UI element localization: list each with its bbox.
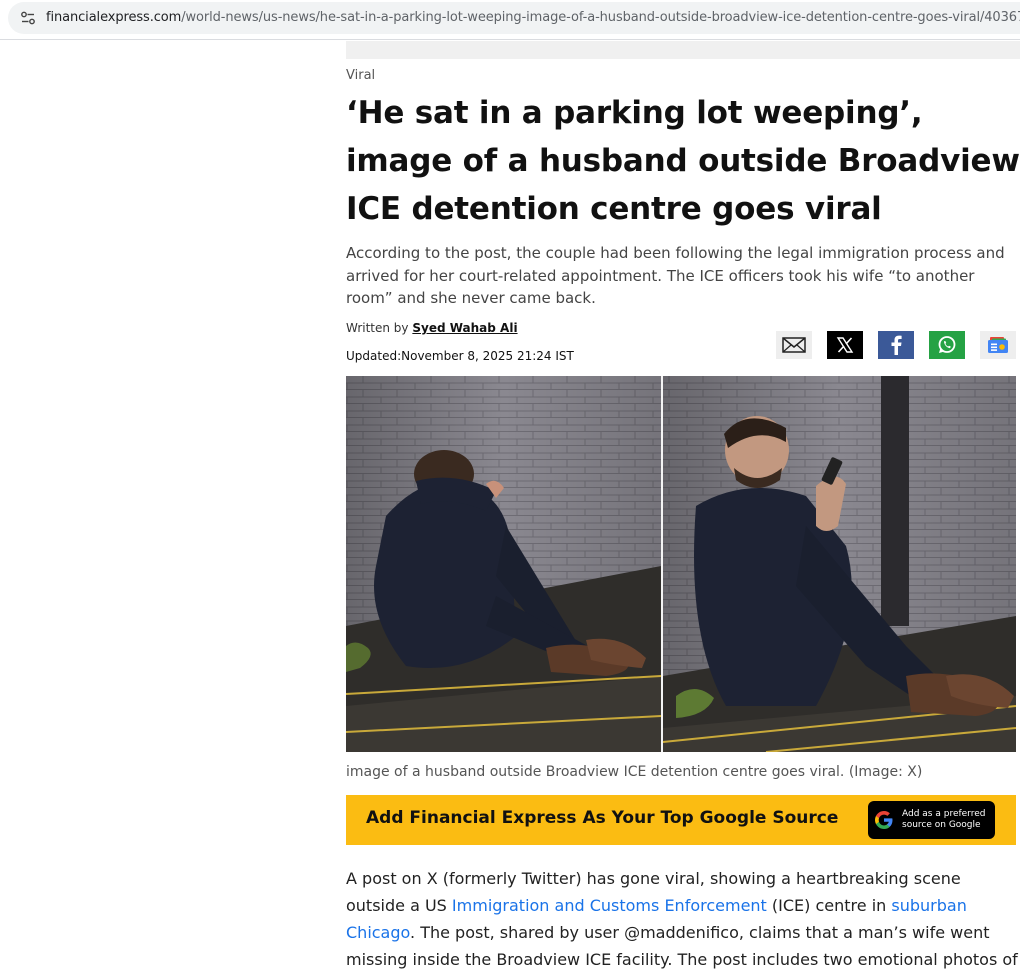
- body-text-segment: (ICE) centre in: [766, 896, 892, 915]
- share-facebook-button[interactable]: [878, 331, 914, 359]
- left-photo-panel: [346, 376, 662, 752]
- share-google-news-button[interactable]: [980, 331, 1016, 359]
- google-g-icon: [875, 811, 893, 829]
- ice-link[interactable]: Immigration and Customs Enforcement: [452, 896, 767, 915]
- google-news-icon: [988, 337, 1008, 353]
- ad-placeholder-strip: [346, 41, 1020, 59]
- url-text[interactable]: financialexpress.com/world-news/us-news/…: [46, 10, 1020, 25]
- byline-prefix: Written by: [346, 321, 409, 335]
- right-photo-panel: [662, 376, 1016, 752]
- url-path: /world-news/us-news/he-sat-in-a-parking-…: [181, 10, 1020, 25]
- google-source-banner-text: Add Financial Express As Your Top Google…: [366, 808, 839, 828]
- url-host: financialexpress.com: [46, 10, 182, 25]
- google-source-banner[interactable]: Add Financial Express As Your Top Google…: [346, 795, 1016, 845]
- share-whatsapp-button[interactable]: [929, 331, 965, 359]
- preferred-source-label-line2: source on Google: [902, 820, 981, 830]
- add-preferred-source-button[interactable]: Add as a preferred source on Google: [868, 801, 995, 839]
- article-body-paragraph: A post on X (formerly Twitter) has gone …: [346, 865, 1020, 973]
- body-text-segment: . The post, shared by user @maddenifico,…: [346, 923, 1018, 969]
- browser-address-bar: financialexpress.com/world-news/us-news/…: [0, 0, 1020, 40]
- whatsapp-icon: [938, 336, 956, 353]
- preferred-source-label-line1: Add as a preferred: [902, 809, 986, 819]
- byline: Written by Syed Wahab Ali: [346, 321, 518, 335]
- article-headline: ‘He sat in a parking lot weeping’, image…: [346, 95, 1020, 227]
- article-category[interactable]: Viral: [346, 68, 375, 83]
- husband-weeping-photo: [346, 376, 1016, 752]
- x-icon: [836, 337, 854, 353]
- article-summary: According to the post, the couple had be…: [346, 244, 1005, 307]
- article-image[interactable]: [346, 376, 1016, 752]
- url-field[interactable]: financialexpress.com/world-news/us-news/…: [8, 2, 1020, 34]
- site-settings-icon[interactable]: [20, 10, 36, 26]
- mail-icon: [782, 337, 806, 353]
- share-x-button[interactable]: [827, 331, 863, 359]
- share-email-button[interactable]: [776, 331, 812, 359]
- updated-timestamp: Updated:November 8, 2025 21:24 IST: [346, 349, 574, 363]
- image-caption: image of a husband outside Broadview ICE…: [346, 764, 923, 780]
- author-link[interactable]: Syed Wahab Ali: [412, 321, 517, 335]
- facebook-icon: [891, 335, 902, 355]
